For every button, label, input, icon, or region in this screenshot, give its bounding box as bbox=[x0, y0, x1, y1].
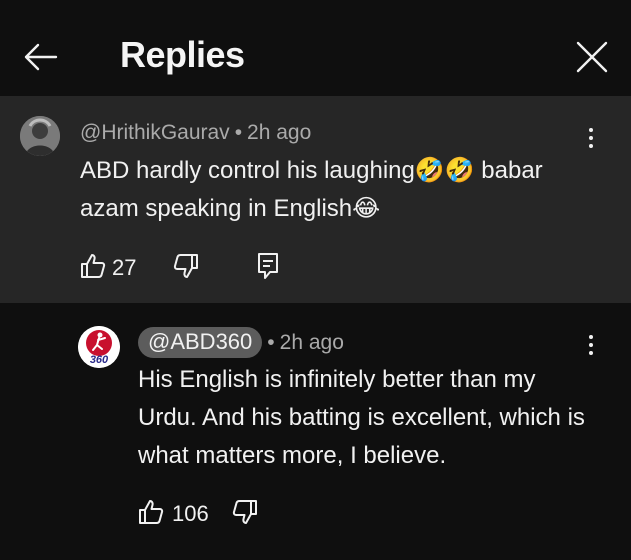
reply-like-count: 106 bbox=[172, 501, 209, 526]
grinning-emoji: 😂 bbox=[352, 195, 381, 222]
parent-comment: @HrithikGaurav • 2h ago ABD hardly control… bbox=[0, 96, 631, 303]
reply-text: His English is infinitely better than my… bbox=[138, 366, 585, 469]
comment-icon bbox=[258, 253, 278, 279]
comment-text-part1: ABD hardly control his laughing bbox=[80, 157, 415, 184]
reply-time: 2h ago bbox=[279, 331, 344, 354]
back-button[interactable] bbox=[22, 40, 58, 74]
replies-header: Replies bbox=[0, 0, 631, 96]
channel-logo-icon: 360 bbox=[78, 326, 120, 368]
comment-time: 2h ago bbox=[247, 121, 312, 144]
avatar-logo-text: 360 bbox=[90, 354, 109, 366]
comment-text: ABD hardly control his laughing🤣🤣 babar … bbox=[80, 152, 600, 228]
arrow-left-icon bbox=[24, 43, 58, 71]
close-icon bbox=[576, 41, 608, 73]
laughing-emoji: 🤣🤣 bbox=[414, 157, 475, 184]
page-title: Replies bbox=[120, 34, 245, 75]
comment-meta: @HrithikGaurav • 2h ago bbox=[80, 121, 311, 145]
close-button[interactable] bbox=[575, 40, 609, 74]
comment-author[interactable]: @HrithikGaurav bbox=[80, 121, 230, 144]
dislike-button[interactable] bbox=[173, 253, 199, 284]
thumbs-up-icon bbox=[81, 254, 106, 278]
like-button[interactable] bbox=[80, 253, 106, 284]
meta-separator: • bbox=[234, 121, 243, 144]
reply-dislike-button[interactable] bbox=[232, 499, 258, 530]
reply-button[interactable] bbox=[257, 252, 279, 285]
more-options-button[interactable] bbox=[584, 126, 598, 152]
thumbs-down-icon bbox=[232, 500, 257, 524]
like-count: 27 bbox=[112, 255, 137, 280]
thumbs-down-icon bbox=[173, 254, 198, 278]
avatar-photo bbox=[20, 116, 60, 156]
avatar[interactable] bbox=[20, 116, 60, 156]
reply-like-button[interactable] bbox=[138, 499, 164, 530]
reply-comment: 360 @ABD360 • 2h ago His English is infini… bbox=[0, 303, 631, 560]
reply-meta: @ABD360 • 2h ago bbox=[138, 327, 344, 358]
reply-author-chip[interactable]: @ABD360 bbox=[138, 327, 263, 358]
reply-more-options-button[interactable] bbox=[584, 333, 598, 359]
reply-avatar[interactable]: 360 bbox=[78, 326, 120, 368]
thumbs-up-icon bbox=[139, 500, 164, 524]
meta-separator: • bbox=[267, 331, 275, 354]
